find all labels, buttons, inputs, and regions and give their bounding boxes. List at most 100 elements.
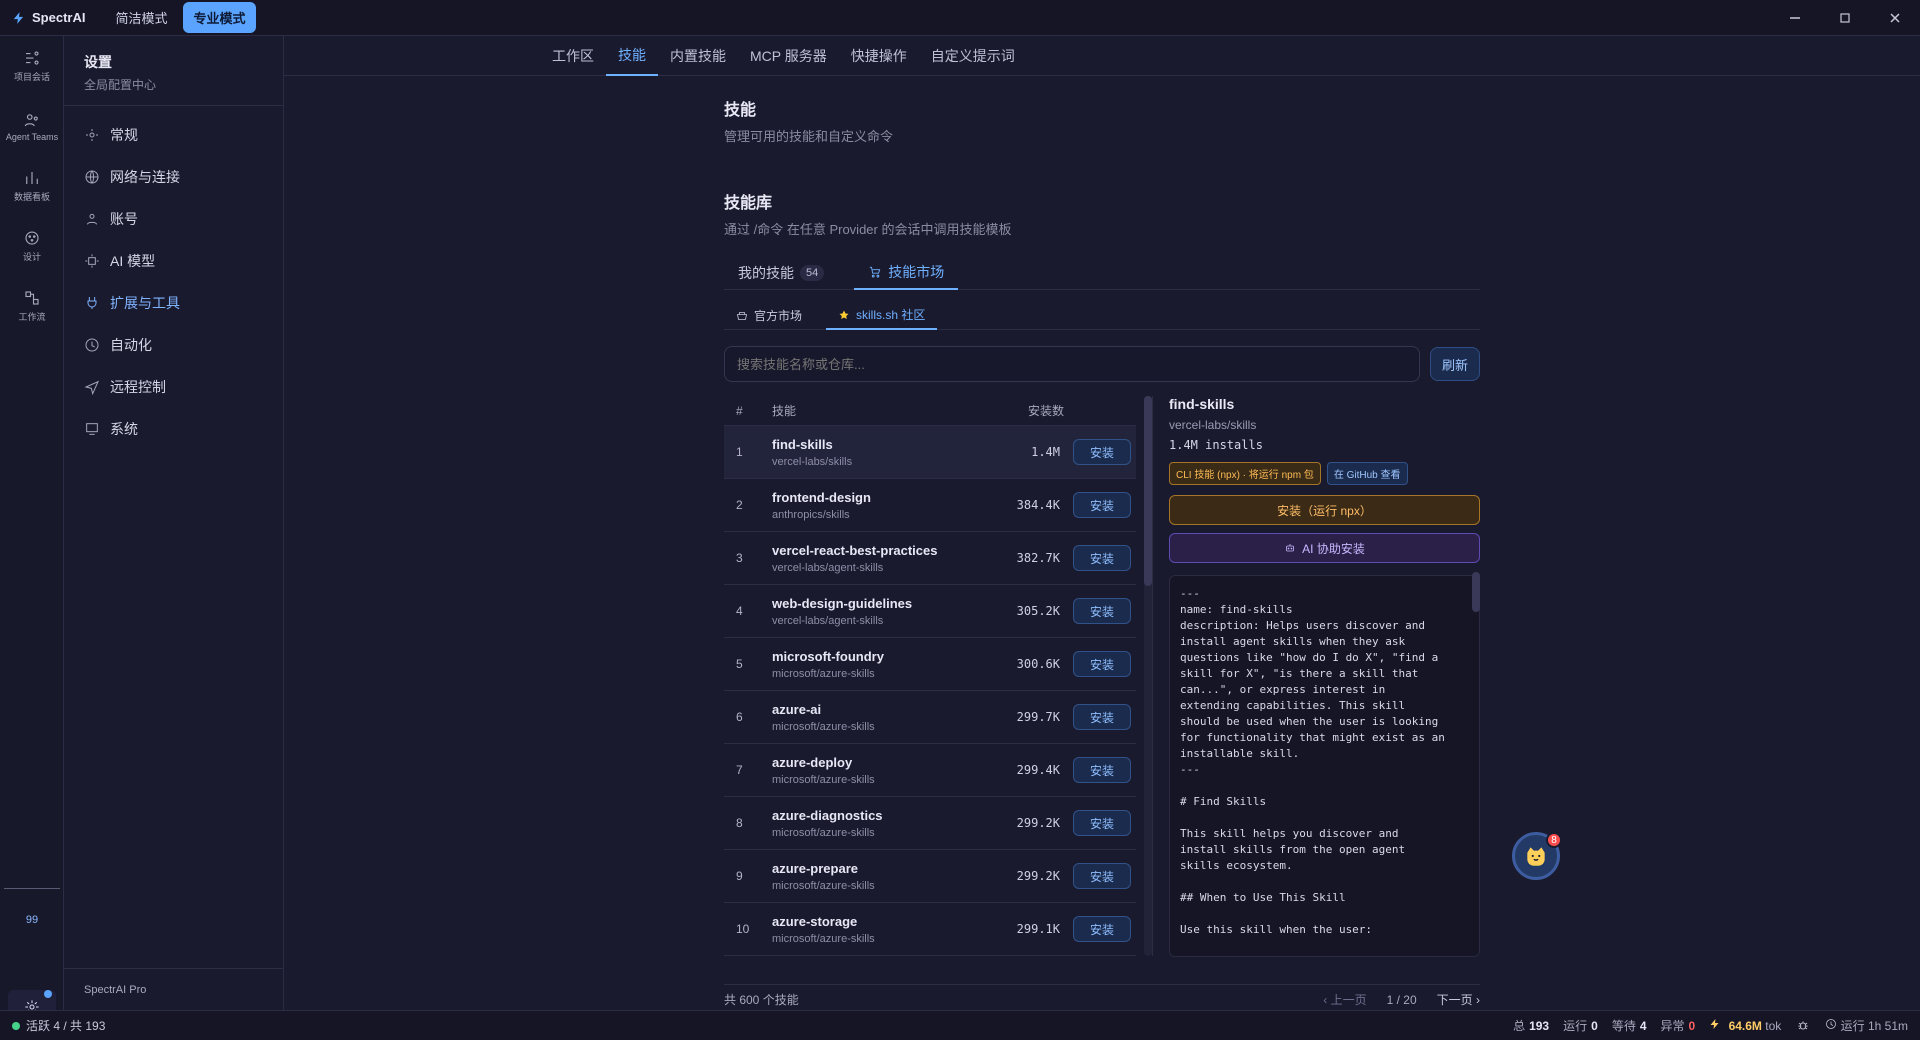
install-button[interactable]: 安装: [1073, 651, 1131, 677]
close-button[interactable]: [1870, 0, 1920, 36]
maximize-button[interactable]: [1820, 0, 1870, 36]
rail-item-design[interactable]: 设计: [0, 216, 64, 276]
install-button[interactable]: 安装: [1073, 757, 1131, 783]
install-button[interactable]: 安装: [1073, 545, 1131, 571]
table-scrollbar[interactable]: [1144, 396, 1152, 956]
skill-name: azure-diagnostics: [772, 807, 883, 823]
detail-title: find-skills: [1169, 396, 1235, 412]
minimize-button[interactable]: [1770, 0, 1820, 36]
ai-assist-install-button[interactable]: AI 协助安装: [1169, 533, 1480, 563]
table-row[interactable]: 5 microsoft-foundry microsoft/azure-skil…: [724, 638, 1136, 691]
table-row[interactable]: 1 find-skills vercel-labs/skills 1.4M 安装: [724, 426, 1136, 479]
market-layout: # 技能 安装数 1 find-skills vercel-labs/skill…: [724, 396, 1480, 957]
row-skill: vercel-react-best-practices vercel-labs/…: [772, 543, 988, 574]
sidebar-item-label: 远程控制: [110, 379, 166, 395]
skill-name: azure-prepare: [772, 860, 858, 876]
rail-label: 工作流: [18, 312, 46, 322]
metric-label: 等待: [1611, 1019, 1636, 1033]
settings-list: 常规 网络与连接 账号 AI 模型 扩展与工具 自动化 远程控制 系统: [64, 106, 283, 450]
table-header: # 技能 安装数: [724, 396, 1136, 426]
install-button[interactable]: 安装: [1073, 863, 1131, 889]
row-skill: azure-storage microsoft/azure-skills: [772, 914, 988, 945]
tab-mcp-servers[interactable]: MCP 服务器: [738, 36, 839, 76]
tab-custom-prompts[interactable]: 自定义提示词: [919, 36, 1027, 76]
table-row[interactable]: 2 frontend-design anthropics/skills 384.…: [724, 479, 1136, 532]
tab-skill-market[interactable]: 技能市场: [854, 256, 959, 290]
row-actions: 安装: [1068, 598, 1136, 624]
install-button[interactable]: 安装: [1073, 810, 1131, 836]
skill-repo: microsoft/azure-skills: [772, 720, 875, 733]
tab-builtin-skills[interactable]: 内置技能: [658, 36, 738, 76]
skill-name: microsoft-foundry: [772, 648, 884, 664]
tab-label: 我的技能: [738, 264, 794, 281]
status-bar: 活跃 4 / 共 193 总 193 运行 0 等待 4 异常 0 64.6M tok …: [0, 1010, 1920, 1040]
rail-item-agent-teams[interactable]: Agent Teams: [0, 96, 64, 156]
install-button[interactable]: 安装: [1073, 704, 1131, 730]
sidebar-item-label: 系统: [110, 421, 138, 437]
tab-my-skills[interactable]: 我的技能 54: [724, 256, 838, 290]
table-row[interactable]: 6 azure-ai microsoft/azure-skills 299.7K…: [724, 691, 1136, 744]
tab-workspace[interactable]: 工作区: [540, 36, 606, 76]
sidebar-item-automation[interactable]: 自动化: [64, 324, 283, 366]
install-button[interactable]: 安装: [1073, 439, 1131, 465]
rail-item-dashboard[interactable]: 数据看板: [0, 156, 64, 216]
github-link[interactable]: 在 GitHub 查看: [1326, 462, 1408, 485]
install-button[interactable]: 安装: [1073, 598, 1131, 624]
row-skill: azure-diagnostics microsoft/azure-skills: [772, 808, 988, 839]
search-input[interactable]: [724, 346, 1420, 382]
sidebar-item-general[interactable]: 常规: [64, 114, 283, 156]
prev-page-button[interactable]: ‹ 上一页: [1323, 991, 1366, 1008]
tab-shortcuts[interactable]: 快捷操作: [839, 36, 919, 76]
row-number: 6: [736, 710, 743, 724]
sidebar-item-system[interactable]: 系统: [64, 408, 283, 450]
row-actions: 安装: [1068, 916, 1136, 942]
sidebar-item-extensions-tools[interactable]: 扩展与工具: [64, 282, 283, 324]
row-skill: frontend-design anthropics/skills: [772, 490, 988, 521]
skill-readme: --- name: find-skills description: Helps…: [1169, 575, 1480, 957]
skill-repo: microsoft/azure-skills: [772, 826, 875, 839]
rail-item-project-sessions[interactable]: 项目会话: [0, 36, 64, 96]
refresh-button[interactable]: 刷新: [1430, 347, 1480, 381]
readme-scroll-thumb[interactable]: [1472, 572, 1480, 612]
send-icon: [84, 380, 99, 395]
sidebar-item-network[interactable]: 网络与连接: [64, 156, 283, 198]
skill-name: web-design-guidelines: [772, 595, 913, 611]
mode-pro-button[interactable]: 专业模式: [183, 2, 256, 33]
row-skill: web-design-guidelines vercel-labs/agent-…: [772, 596, 988, 627]
table-row[interactable]: 9 azure-prepare microsoft/azure-skills 2…: [724, 850, 1136, 903]
tab-skills[interactable]: 技能: [606, 36, 658, 76]
skill-name: azure-storage: [772, 913, 858, 929]
table-row[interactable]: 8 azure-diagnostics microsoft/azure-skil…: [724, 797, 1136, 850]
minimize-icon: [1790, 17, 1800, 19]
install-count: 1.4M: [1031, 445, 1060, 459]
table-row[interactable]: 3 vercel-react-best-practices vercel-lab…: [724, 532, 1136, 585]
sidebar-item-ai-model[interactable]: AI 模型: [64, 240, 283, 282]
chip-icon: [85, 254, 99, 268]
top-tabs: 工作区 技能 内置技能 MCP 服务器 快捷操作 自定义提示词: [284, 36, 1920, 76]
rail-item-workflow[interactable]: 工作流: [0, 276, 64, 336]
library-subtitle: 通过 /命令 在任意 Provider 的会话中调用技能模板: [724, 222, 1012, 237]
sidebar-item-label: 网络与连接: [110, 169, 180, 185]
table-scroll-thumb[interactable]: [1144, 396, 1152, 586]
design-icon: [25, 231, 39, 245]
subtab-skills-sh-community[interactable]: skills.sh 社区: [826, 302, 938, 330]
debug-button[interactable]: [1795, 1018, 1811, 1034]
table-row[interactable]: 10 azure-storage microsoft/azure-skills …: [724, 903, 1136, 956]
sidebar-item-account[interactable]: 账号: [64, 198, 283, 240]
sidebar-item-remote-control[interactable]: 远程控制: [64, 366, 283, 408]
row-actions: 安装: [1068, 810, 1136, 836]
skill-name: azure-deploy: [772, 754, 853, 770]
mode-simple-button[interactable]: 简洁模式: [105, 2, 177, 33]
table-row[interactable]: 4 web-design-guidelines vercel-labs/agen…: [724, 585, 1136, 638]
install-npx-button[interactable]: 安装（运行 npx）: [1169, 495, 1480, 525]
install-count: 299.2K: [1016, 869, 1060, 883]
notification-dot: [44, 990, 52, 998]
next-page-button[interactable]: 下一页 ›: [1437, 991, 1480, 1008]
table-row[interactable]: 7 azure-deploy microsoft/azure-skills 29…: [724, 744, 1136, 797]
subtab-official-market[interactable]: 官方市场: [724, 302, 814, 330]
metric-label: 总: [1513, 1019, 1526, 1033]
install-button[interactable]: 安装: [1073, 492, 1131, 518]
install-button[interactable]: 安装: [1073, 916, 1131, 942]
sidebar-item-label: AI 模型: [110, 253, 156, 269]
skill-repo: vercel-labs/agent-skills: [772, 561, 884, 574]
